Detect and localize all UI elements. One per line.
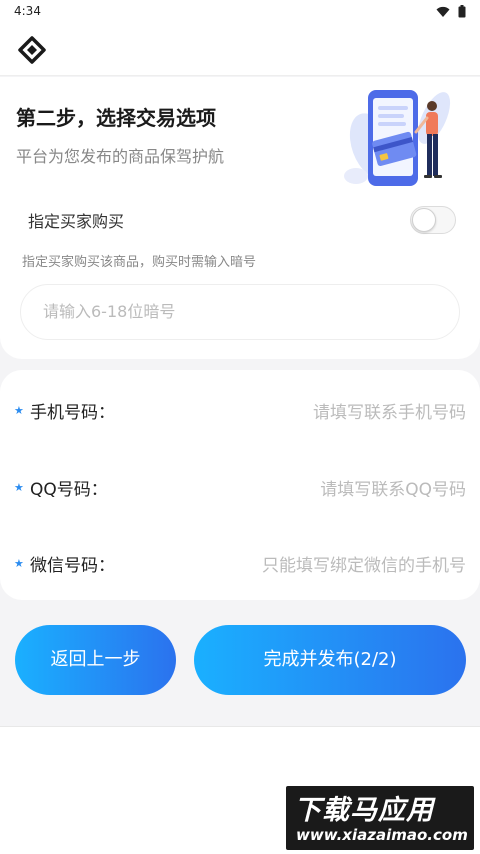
- wechat-field[interactable]: ★ 微信号码： 只能填写绑定微信的手机号: [0, 548, 480, 578]
- designated-buyer-description: 指定买家购买该商品，购买时需输入暗号: [22, 255, 257, 270]
- designated-buyer-label: 指定买家购买: [28, 212, 125, 231]
- phone-input[interactable]: 请填写联系手机号码: [313, 398, 466, 423]
- wechat-label: 微信号码：: [30, 556, 115, 576]
- required-star-icon: ★: [14, 557, 24, 570]
- required-star-icon: ★: [14, 481, 24, 494]
- required-star-icon: ★: [14, 404, 24, 417]
- status-bar: 4:34: [0, 0, 480, 24]
- page-title: 第二步，选择交易选项: [16, 106, 216, 130]
- watermark-url: www.xiazaimao.com: [296, 826, 468, 844]
- watermark-title: 下载马应用: [294, 795, 434, 826]
- secret-code-input[interactable]: 请输入6-18位暗号: [20, 284, 460, 340]
- diamond-logo-icon[interactable]: [18, 36, 46, 64]
- status-icons: [436, 5, 466, 18]
- watermark-logo: 下载马应用 www.xiazaimao.com: [286, 786, 474, 850]
- wechat-input[interactable]: 只能填写绑定微信的手机号: [262, 551, 466, 576]
- qq-label: QQ号码：: [30, 480, 108, 500]
- back-button[interactable]: 返回上一步: [15, 625, 176, 695]
- designated-buyer-toggle[interactable]: [410, 206, 456, 234]
- status-time: 4:34: [14, 4, 41, 18]
- payment-illustration: [344, 90, 451, 186]
- page-subtitle: 平台为您发布的商品保驾护航: [16, 147, 225, 166]
- battery-icon: [458, 5, 466, 18]
- qq-input[interactable]: 请填写联系QQ号码: [320, 475, 466, 500]
- toggle-knob: [412, 208, 436, 232]
- app-bar: [0, 24, 480, 76]
- phone-field[interactable]: ★ 手机号码： 请填写联系手机号码: [0, 395, 480, 425]
- wifi-icon: [436, 6, 450, 17]
- submit-button[interactable]: 完成并发布(2/2): [194, 625, 466, 695]
- phone-label: 手机号码：: [30, 403, 115, 423]
- qq-field[interactable]: ★ QQ号码： 请填写联系QQ号码: [0, 472, 480, 502]
